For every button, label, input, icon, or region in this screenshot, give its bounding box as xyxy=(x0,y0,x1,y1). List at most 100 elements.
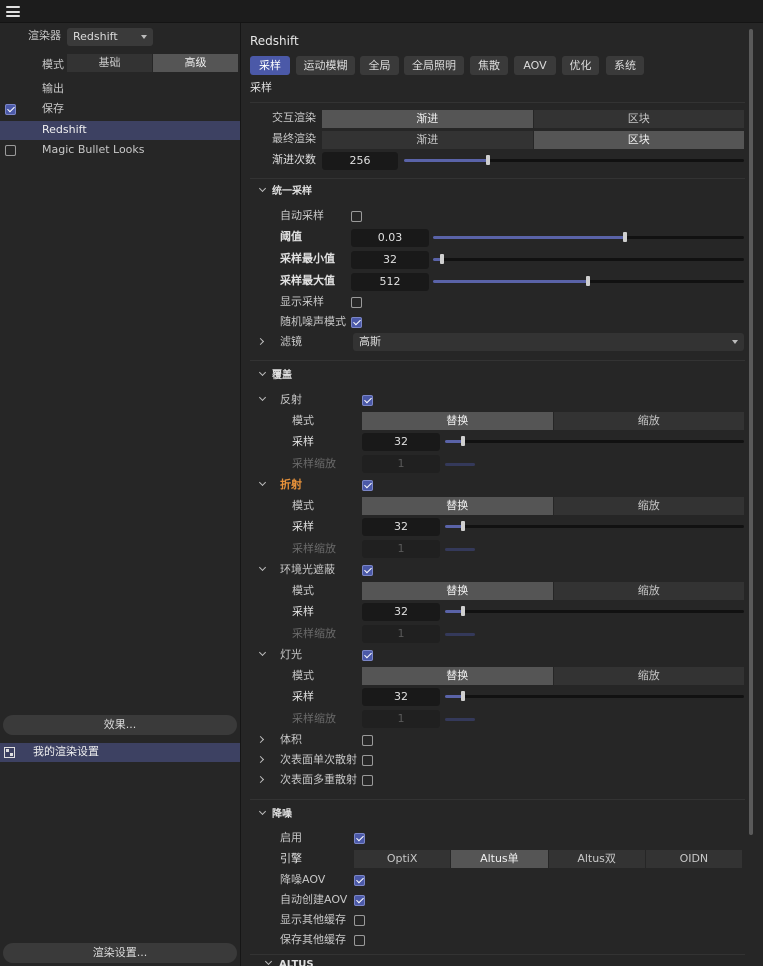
progressive-slider-knob[interactable] xyxy=(486,155,490,165)
mode-basic[interactable]: 基础 xyxy=(67,54,153,72)
max-samples-input[interactable]: 512 xyxy=(351,273,429,291)
renderer-dropdown[interactable]: Redshift xyxy=(67,28,153,46)
menu-icon[interactable] xyxy=(6,6,20,17)
auto-aov-checkbox[interactable] xyxy=(354,895,365,906)
progressive-input[interactable]: 256 xyxy=(322,152,398,170)
tree-item-output[interactable]: 输出 xyxy=(0,80,240,99)
engine-altus-dual[interactable]: Altus双 xyxy=(548,850,646,868)
chevron-down-icon[interactable] xyxy=(258,368,267,377)
right-panel: Redshift 采样 运动模糊 全局 全局照明 焦散 AOV 优化 系统 采样… xyxy=(242,23,763,966)
chevron-right-icon[interactable] xyxy=(256,337,265,346)
ao-samples-fill xyxy=(445,610,462,613)
mode-advanced[interactable]: 高级 xyxy=(153,54,238,72)
magic-bullet-checkbox[interactable] xyxy=(5,145,16,156)
show-samples-checkbox[interactable] xyxy=(351,297,362,308)
refraction-samples-slider[interactable] xyxy=(445,525,744,528)
tab-global[interactable]: 全局 xyxy=(360,56,399,75)
reflection-checkbox[interactable] xyxy=(362,395,373,406)
scrollbar[interactable] xyxy=(749,29,753,835)
ao-samples-slider[interactable] xyxy=(445,610,744,613)
tree-item-save[interactable]: 保存 xyxy=(0,100,240,119)
tab-sampling[interactable]: 采样 xyxy=(250,56,290,75)
lights-mode-replace[interactable]: 替换 xyxy=(362,667,554,685)
min-samples-slider[interactable] xyxy=(433,258,744,261)
final-bucket[interactable]: 区块 xyxy=(533,131,744,149)
chevron-down-icon[interactable] xyxy=(258,563,267,572)
chevron-down-icon[interactable] xyxy=(258,184,267,193)
denoise-aov-checkbox[interactable] xyxy=(354,875,365,886)
ao-mode-replace[interactable]: 替换 xyxy=(362,582,554,600)
chevron-down-icon[interactable] xyxy=(258,393,267,402)
preset-item[interactable]: 我的渲染设置 xyxy=(0,743,240,762)
mode-toggle: 基础 高级 xyxy=(67,54,238,72)
min-samples-input[interactable]: 32 xyxy=(351,251,429,269)
ao-samples-knob[interactable] xyxy=(461,606,465,616)
interactive-bucket[interactable]: 区块 xyxy=(533,110,744,128)
final-progressive[interactable]: 渐进 xyxy=(322,131,534,149)
chevron-down-icon[interactable] xyxy=(258,478,267,487)
volume-checkbox[interactable] xyxy=(362,735,373,746)
engine-optix[interactable]: OptiX xyxy=(354,850,452,868)
save-other-checkbox[interactable] xyxy=(354,935,365,946)
tab-system[interactable]: 系统 xyxy=(606,56,644,75)
random-noise-checkbox[interactable] xyxy=(351,317,362,328)
min-samples-slider-knob[interactable] xyxy=(440,254,444,264)
sss-single-checkbox[interactable] xyxy=(362,755,373,766)
chevron-right-icon[interactable] xyxy=(256,735,265,744)
chevron-right-icon[interactable] xyxy=(256,775,265,784)
tab-gi[interactable]: 全局照明 xyxy=(404,56,464,75)
chevron-right-icon[interactable] xyxy=(256,755,265,764)
denoise-enable-checkbox[interactable] xyxy=(354,833,365,844)
auto-sampling-checkbox[interactable] xyxy=(351,211,362,222)
chevron-down-icon[interactable] xyxy=(258,648,267,657)
reflection-mode-scale[interactable]: 缩放 xyxy=(553,412,744,430)
reflection-samples-slider[interactable] xyxy=(445,440,744,443)
ao-checkbox[interactable] xyxy=(362,565,373,576)
engine-oidn[interactable]: OIDN xyxy=(645,850,742,868)
lights-mode-scale[interactable]: 缩放 xyxy=(553,667,744,685)
ao-samples-input[interactable]: 32 xyxy=(362,603,440,621)
filter-label: 滤镜 xyxy=(280,335,302,348)
interactive-mode: 渐进 区块 xyxy=(322,110,744,128)
denoise-title[interactable]: 降噪 xyxy=(272,807,292,823)
refraction-checkbox[interactable] xyxy=(362,480,373,491)
lights-samples-input[interactable]: 32 xyxy=(362,688,440,706)
max-samples-slider-knob[interactable] xyxy=(586,276,590,286)
refraction-mode-replace[interactable]: 替换 xyxy=(362,497,554,515)
save-checkbox[interactable] xyxy=(5,104,16,115)
refraction-samples-knob[interactable] xyxy=(461,521,465,531)
engine-altus-single[interactable]: Altus单 xyxy=(451,850,549,868)
interactive-label: 交互渲染 xyxy=(272,111,316,124)
refraction-samples-input[interactable]: 32 xyxy=(362,518,440,536)
lights-samples-knob[interactable] xyxy=(461,691,465,701)
interactive-progressive[interactable]: 渐进 xyxy=(322,110,534,128)
reflection-scale-input: 1 xyxy=(362,455,440,473)
chevron-down-icon[interactable] xyxy=(264,957,273,966)
tree-item-magic-bullet[interactable]: Magic Bullet Looks xyxy=(0,141,240,160)
refraction-mode-scale[interactable]: 缩放 xyxy=(553,497,744,515)
effects-button[interactable]: 效果... xyxy=(3,715,237,735)
tree-item-redshift[interactable]: Redshift xyxy=(0,121,240,140)
lights-samples-slider[interactable] xyxy=(445,695,744,698)
ao-mode-scale[interactable]: 缩放 xyxy=(553,582,744,600)
unified-title[interactable]: 统一采样 xyxy=(272,184,312,200)
tab-motion-blur[interactable]: 运动模糊 xyxy=(296,56,355,75)
lights-checkbox[interactable] xyxy=(362,650,373,661)
altus-title[interactable]: ALTUS xyxy=(279,957,314,966)
threshold-slider-knob[interactable] xyxy=(623,232,627,242)
threshold-input[interactable]: 0.03 xyxy=(351,229,429,247)
lights-scale-input: 1 xyxy=(362,710,440,728)
render-settings-button[interactable]: 渲染设置... xyxy=(3,943,237,963)
tab-optimize[interactable]: 优化 xyxy=(562,56,599,75)
tab-caustics[interactable]: 焦散 xyxy=(470,56,508,75)
reflection-mode-replace[interactable]: 替换 xyxy=(362,412,554,430)
tab-aov[interactable]: AOV xyxy=(514,56,556,75)
filter-dropdown[interactable]: 高斯 xyxy=(353,333,744,351)
override-title[interactable]: 覆盖 xyxy=(272,368,292,384)
sss-multi-checkbox[interactable] xyxy=(362,775,373,786)
reflection-samples-input[interactable]: 32 xyxy=(362,433,440,451)
show-other-checkbox[interactable] xyxy=(354,915,365,926)
chevron-down-icon[interactable] xyxy=(258,807,267,816)
max-samples-label: 采样最大值 xyxy=(280,274,335,287)
reflection-samples-knob[interactable] xyxy=(461,436,465,446)
